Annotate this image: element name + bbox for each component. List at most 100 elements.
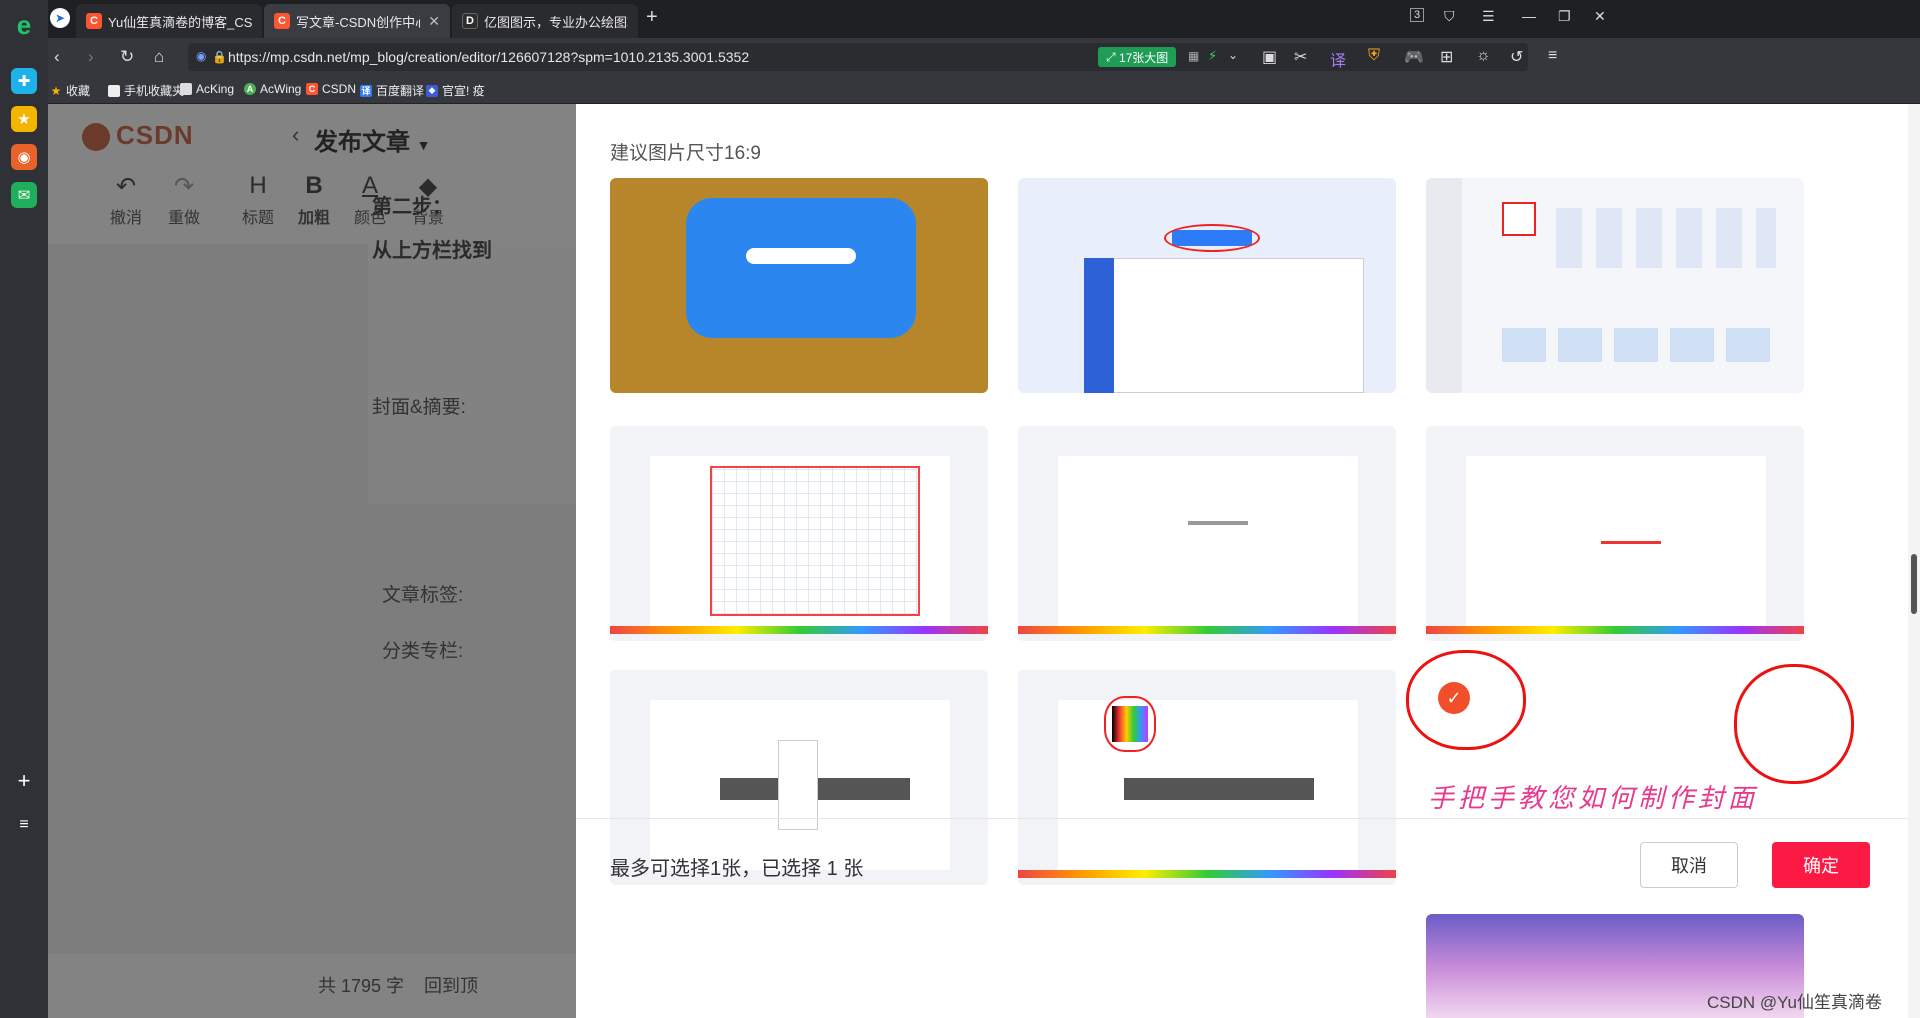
back-arrow-icon[interactable]: ‹ xyxy=(292,122,299,148)
logo-stroke-shape xyxy=(746,248,856,264)
csdn-logo[interactable]: CSDN xyxy=(82,120,194,152)
csdn-favicon-icon: C xyxy=(274,13,290,29)
lightning-icon[interactable]: ⚡ xyxy=(1208,48,1217,64)
tab-count-badge[interactable]: 3 xyxy=(1410,8,1425,22)
tags-label: 文章标签: xyxy=(382,585,464,606)
cancel-button[interactable]: 取消 xyxy=(1640,842,1738,888)
monkey-logo-icon xyxy=(82,123,110,152)
red-underline-mark xyxy=(1601,541,1661,544)
heading-button[interactable]: H 标题 xyxy=(228,172,288,228)
game-icon[interactable]: 🎮 xyxy=(1404,47,1424,67)
reload-icon[interactable]: ↻ xyxy=(120,47,134,67)
shirt-icon[interactable]: ⛉ xyxy=(1444,8,1455,25)
image-count-badge[interactable]: ⤢ 17张大图 xyxy=(1098,47,1177,67)
brightness-icon[interactable]: ☼ xyxy=(1476,47,1491,65)
scissors-icon[interactable]: ✂ xyxy=(1294,47,1307,67)
reader-icon[interactable]: ▣ xyxy=(1262,47,1277,67)
cover-label: 封面&摘要: xyxy=(372,397,466,418)
minimize-icon[interactable]: — xyxy=(1522,8,1536,24)
bookmark-acwing[interactable]: A AcWing xyxy=(244,82,301,96)
grid-icon[interactable]: ▦ xyxy=(1188,49,1199,63)
page-title[interactable]: 发布文章 ▼ xyxy=(314,122,431,157)
url-field[interactable]: ◉ 🔒 https://mp.csdn.net/mp_blog/creation… xyxy=(188,43,1528,71)
confirm-button[interactable]: 确定 xyxy=(1772,842,1870,888)
undo-icon: ↶ xyxy=(115,173,137,200)
image-count-label: 17张大图 xyxy=(1118,50,1169,65)
image-thumb-1[interactable] xyxy=(610,178,988,393)
new-tab-icon[interactable]: + xyxy=(646,6,658,29)
expand-icon: ⤢ xyxy=(1106,49,1119,64)
bookmark-acking[interactable]: AcKing xyxy=(180,82,234,96)
navigation-icon[interactable]: ➤ xyxy=(50,8,70,28)
bookmark-csdn[interactable]: C CSDN xyxy=(306,82,356,96)
close-window-icon[interactable]: ✕ xyxy=(1594,8,1606,25)
category-label: 分类专栏: xyxy=(382,641,464,662)
page-title-text: 发布文章 xyxy=(314,129,410,156)
tab-upload-cover[interactable] xyxy=(610,104,616,117)
palette-bar-image xyxy=(610,626,988,634)
edraw-favicon-icon: D xyxy=(462,13,478,29)
image-thumb-6[interactable] xyxy=(1426,426,1804,641)
tab-edraw[interactable]: D 亿图图示，专业办公绘图软件 xyxy=(452,4,638,38)
selected-check-icon[interactable]: ✓ xyxy=(1438,682,1470,714)
word-count: 共 1795 字 xyxy=(318,976,405,996)
address-bar: ‹ › ↻ ⌂ ◉ 🔒 https://mp.csdn.net/mp_blog/… xyxy=(48,38,1920,76)
body-text-step: 第二步： xyxy=(372,196,452,218)
template-row-image xyxy=(1502,328,1772,362)
footer-divider xyxy=(576,818,1920,819)
forward-icon[interactable]: › xyxy=(88,47,94,67)
mail-icon[interactable]: ✉ xyxy=(11,182,37,208)
heading-icon: H xyxy=(249,172,267,199)
tab-editor[interactable]: C 写文章-CSDN创作中心 ✕ xyxy=(264,4,450,38)
translate-icon: 译 xyxy=(360,84,372,97)
add-icon[interactable]: + xyxy=(11,768,37,794)
bookmark-favorites[interactable]: ★ 收藏 xyxy=(50,82,90,99)
browser-logo-icon[interactable]: e xyxy=(11,10,37,40)
star-icon: ★ xyxy=(50,83,62,98)
extension-icon[interactable]: ✚ xyxy=(11,68,37,94)
image-thumb-3[interactable] xyxy=(1426,178,1804,393)
close-tab-icon[interactable]: ✕ xyxy=(428,13,440,30)
bookmark-baidu-translate[interactable]: 译百度翻译 xyxy=(360,82,424,99)
undo-button[interactable]: ↶ 撤消 xyxy=(96,172,156,228)
palette-bar-image xyxy=(1426,626,1804,634)
undo-close-icon[interactable]: ↺ xyxy=(1510,47,1523,67)
dropdown-menu-image xyxy=(778,740,818,830)
tab-label: 写文章-CSDN创作中心 xyxy=(296,14,421,30)
bookmark-mobile[interactable]: 手机收藏夹 xyxy=(108,82,184,99)
sidebar-image xyxy=(1426,178,1462,393)
menu-lines-icon[interactable]: ☰ xyxy=(1482,8,1495,25)
back-icon[interactable]: ‹ xyxy=(54,47,60,67)
bold-button[interactable]: B 加粗 xyxy=(284,172,344,228)
image-thumb-5[interactable] xyxy=(1018,426,1396,641)
apps-grid-icon[interactable]: ⊞ xyxy=(1440,47,1453,67)
home-icon[interactable]: ⌂ xyxy=(154,47,164,67)
tab-label: Yu仙笙真滴卷的博客_CSDN博客 xyxy=(108,14,252,30)
image-thumb-8[interactable] xyxy=(1018,670,1396,885)
back-to-top-link[interactable]: 回到顶 xyxy=(424,972,478,998)
redo-icon: ↷ xyxy=(173,173,195,200)
scroll-thumb[interactable] xyxy=(1911,554,1917,614)
app-logo-image xyxy=(686,198,916,338)
image-thumb-2[interactable] xyxy=(1018,178,1396,393)
redo-button[interactable]: ↷ 重做 xyxy=(154,172,214,228)
menu-icon[interactable]: ≡ xyxy=(11,812,37,838)
favorites-icon[interactable]: ★ xyxy=(11,106,37,132)
page-scrollbar[interactable] xyxy=(1908,104,1920,1018)
tab-blog[interactable]: C Yu仙笙真滴卷的博客_CSDN博客 xyxy=(76,4,262,38)
bookmark-news[interactable]: ◆ 官宣! 疫 xyxy=(426,82,485,99)
color-picker-image xyxy=(1112,706,1148,742)
more-menu-icon[interactable]: ≡ xyxy=(1548,47,1557,65)
caret-down-icon: ▼ xyxy=(416,137,431,153)
sidebar-image xyxy=(1084,258,1114,393)
weibo-icon[interactable]: ◉ xyxy=(11,144,37,170)
translate-icon[interactable]: 译 xyxy=(1330,47,1346,71)
toolbar-label: 加粗 xyxy=(297,210,330,227)
red-circle-mark xyxy=(1164,224,1260,252)
shield-icon[interactable]: ⛨ xyxy=(1368,47,1380,65)
tab-strip: ➤ C Yu仙笙真滴卷的博客_CSDN博客 C 写文章-CSDN创作中心 ✕ D… xyxy=(48,0,1920,38)
canvas-image xyxy=(1058,456,1358,626)
restore-icon[interactable]: ❐ xyxy=(1558,8,1571,25)
image-thumb-4[interactable] xyxy=(610,426,988,641)
chevron-down-icon[interactable]: ⌄ xyxy=(1228,48,1238,62)
